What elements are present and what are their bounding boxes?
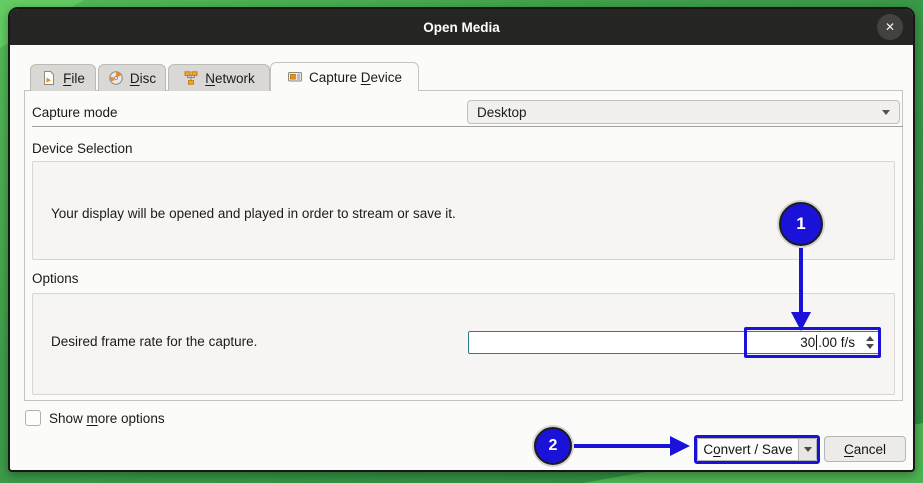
disc-icon <box>108 70 124 86</box>
capture-device-icon <box>287 69 303 85</box>
tab-label: Disc <box>129 70 157 86</box>
convert-save-highlight: Co nvert / Save <box>694 435 820 464</box>
window-title: Open Media <box>423 19 500 35</box>
tab-file[interactable]: File <box>30 64 96 91</box>
spin-down-icon[interactable] <box>866 344 874 349</box>
annotation-arrow-2-line <box>574 444 671 448</box>
tab-capture-device[interactable]: Capture Device <box>270 62 419 91</box>
file-icon <box>41 70 57 86</box>
capture-mode-label: Capture mode <box>32 105 118 120</box>
frame-rate-value: 30.00 f/s <box>800 335 855 350</box>
spin-up-icon[interactable] <box>866 336 874 341</box>
tab-network[interactable]: Network <box>168 64 270 91</box>
device-selection-heading: Device Selection <box>32 141 133 156</box>
show-more-options-checkbox[interactable] <box>25 410 41 426</box>
section-separator <box>32 126 903 127</box>
device-selection-group: Your display will be opened and played i… <box>32 161 895 260</box>
spinner-buttons <box>866 332 874 353</box>
tab-disc[interactable]: Disc <box>98 64 166 91</box>
tab-label: Network <box>205 70 255 86</box>
annotation-arrow-2-head <box>670 436 690 456</box>
titlebar: Open Media ✕ <box>10 9 913 45</box>
close-button[interactable]: ✕ <box>877 14 903 40</box>
chevron-down-icon <box>882 109 890 115</box>
tab-label: File <box>63 70 85 86</box>
convert-save-dropdown-button[interactable] <box>798 438 817 461</box>
device-selection-message: Your display will be opened and played i… <box>51 206 456 221</box>
close-icon: ✕ <box>884 20 896 34</box>
tab-label: Capture Device <box>308 69 403 85</box>
cancel-button[interactable]: Cancel <box>824 436 906 462</box>
capture-mode-value: Desktop <box>477 104 527 120</box>
capture-mode-dropdown[interactable]: Desktop <box>467 100 900 124</box>
frame-rate-spinbox[interactable]: 30.00 f/s <box>468 331 880 354</box>
options-heading: Options <box>32 271 79 286</box>
network-icon <box>183 70 199 86</box>
frame-rate-label: Desired frame rate for the capture. <box>51 334 258 349</box>
show-more-options-label[interactable]: Show more options <box>49 411 165 426</box>
open-media-dialog: Open Media ✕ File Disc Network Capture D… <box>8 7 915 472</box>
convert-save-button[interactable]: Co nvert / Save <box>697 438 798 461</box>
annotation-step-2: 2 <box>534 427 572 465</box>
chevron-down-icon <box>803 447 812 452</box>
